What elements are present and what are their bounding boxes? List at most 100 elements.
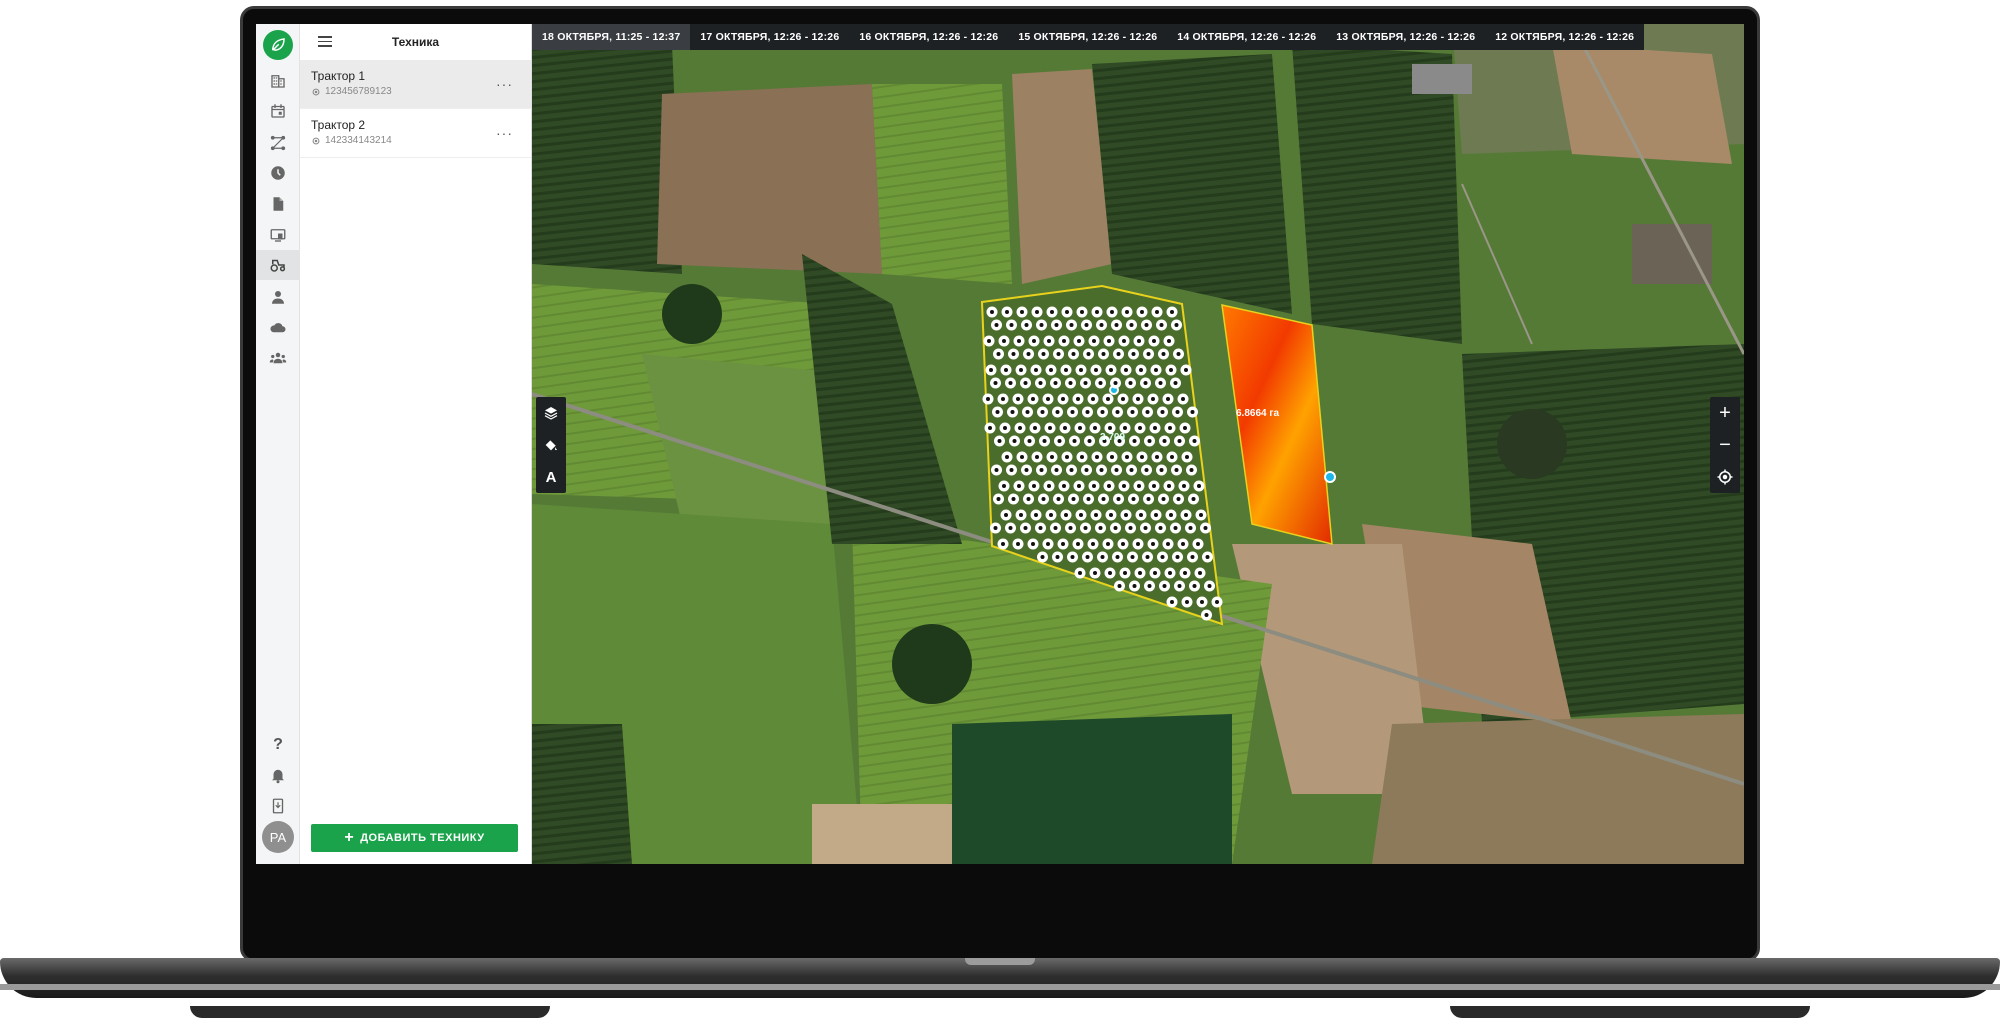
building-icon[interactable] xyxy=(256,66,300,96)
seed-marker-center xyxy=(1124,368,1128,372)
download-icon[interactable] xyxy=(256,791,300,821)
seed-marker-center xyxy=(1084,468,1089,472)
seed-marker-center xyxy=(1182,484,1186,488)
seed-marker-center xyxy=(1138,426,1142,430)
seed-marker-center xyxy=(1196,542,1200,546)
calendar-icon[interactable] xyxy=(256,96,300,126)
zoom-out-button[interactable]: − xyxy=(1710,429,1740,461)
zoom-controls: + − xyxy=(1710,397,1740,493)
icon-rail: ? PA xyxy=(256,24,300,864)
tractor-icon[interactable] xyxy=(256,250,300,280)
add-equipment-button[interactable]: + ДОБАВИТЬ ТЕХНИКУ xyxy=(311,824,518,852)
route-icon[interactable] xyxy=(256,128,300,158)
text-tool-icon[interactable]: A xyxy=(536,461,566,493)
date-tab[interactable]: 15 ОКТЯБРЯ, 12:26 - 12:26 xyxy=(1008,24,1167,50)
help-icon[interactable]: ? xyxy=(256,730,300,760)
seed-marker-center xyxy=(1110,310,1114,314)
document-icon[interactable] xyxy=(256,189,300,219)
seed-marker-center xyxy=(1121,542,1125,546)
seed-marker-center xyxy=(1146,497,1151,501)
list-item[interactable]: Трактор 2 142334143214 ··· xyxy=(300,109,531,158)
seed-marker-center xyxy=(1159,323,1164,327)
seed-marker-center xyxy=(994,323,999,327)
hamburger-menu-icon[interactable] xyxy=(318,36,332,47)
avatar[interactable]: PA xyxy=(262,821,294,853)
bell-icon[interactable] xyxy=(256,760,300,790)
seed-marker-center xyxy=(1113,526,1118,530)
seed-marker-center xyxy=(1070,555,1075,559)
user-icon[interactable] xyxy=(256,282,300,312)
seed-marker-center xyxy=(1101,497,1106,501)
seed-marker-center xyxy=(1031,542,1035,546)
seed-marker-center xyxy=(1077,484,1081,488)
monitor-icon[interactable] xyxy=(256,220,300,250)
seed-marker-center xyxy=(1001,397,1005,401)
seed-marker-center xyxy=(1128,381,1133,385)
seed-marker-center xyxy=(988,426,992,430)
locate-icon[interactable] xyxy=(1710,461,1740,493)
seed-marker-center xyxy=(1056,497,1061,501)
seed-marker-center xyxy=(1054,468,1059,472)
seed-marker-center xyxy=(1162,584,1167,588)
seed-marker-center xyxy=(1032,339,1036,343)
date-tab[interactable]: 17 ОКТЯБРЯ, 12:26 - 12:26 xyxy=(690,24,849,50)
seed-marker-center xyxy=(1065,310,1069,314)
seed-marker-center xyxy=(1154,513,1158,517)
seed-marker-center xyxy=(1026,352,1031,356)
seed-marker-center xyxy=(1020,310,1024,314)
zoom-in-button[interactable]: + xyxy=(1710,397,1740,429)
date-tab[interactable]: 12 ОКТЯБРЯ, 12:26 - 12:26 xyxy=(1485,24,1644,50)
seed-marker-center xyxy=(1143,381,1148,385)
list-item[interactable]: Трактор 1 123456789123 ··· xyxy=(300,60,531,109)
satellite-map[interactable]: 6.8664 га 2.709 18 ОКТЯБРЯ, 11:25 - 12:3… xyxy=(532,24,1744,864)
seed-marker-center xyxy=(1078,426,1082,430)
seed-marker-center xyxy=(1108,571,1112,575)
seed-marker-center xyxy=(1109,513,1113,517)
seed-marker-center xyxy=(1020,455,1024,459)
seed-marker-center xyxy=(1063,426,1067,430)
seed-marker-center xyxy=(1054,323,1059,327)
team-icon[interactable] xyxy=(256,343,300,373)
seed-marker-center xyxy=(1207,584,1212,588)
seed-marker-center xyxy=(1035,455,1039,459)
seed-marker-center xyxy=(1122,484,1126,488)
seed-marker-center xyxy=(1055,410,1060,414)
seed-marker-center xyxy=(1077,339,1081,343)
seed-marker-center xyxy=(1167,484,1171,488)
seed-marker-center xyxy=(1001,542,1005,546)
equipment-panel: Техника Трактор 1 123456789123 ··· Тракт… xyxy=(300,24,532,864)
cloud-icon[interactable] xyxy=(256,312,300,342)
seed-marker-center xyxy=(1170,455,1174,459)
seed-marker-center xyxy=(1094,368,1098,372)
seed-marker-center xyxy=(1153,426,1157,430)
item-id-text: 142334143214 xyxy=(325,135,392,146)
date-tab[interactable]: 18 ОКТЯБРЯ, 11:25 - 12:37 xyxy=(532,24,691,50)
seed-marker-center xyxy=(1115,410,1120,414)
seed-marker-center xyxy=(1057,439,1062,443)
seed-marker-center xyxy=(1152,339,1156,343)
more-icon[interactable]: ··· xyxy=(496,125,513,141)
seed-marker-center xyxy=(1070,410,1075,414)
paint-bucket-icon[interactable] xyxy=(536,429,566,461)
add-equipment-label: ДОБАВИТЬ ТЕХНИКУ xyxy=(360,832,485,844)
seed-marker-center xyxy=(1146,352,1151,356)
more-icon[interactable]: ··· xyxy=(496,76,513,92)
seed-marker-center xyxy=(1100,410,1105,414)
seed-marker-center xyxy=(1085,410,1090,414)
seed-marker-center xyxy=(1155,455,1159,459)
panel-header: Техника xyxy=(300,24,531,60)
date-tab[interactable]: 16 ОКТЯБРЯ, 12:26 - 12:26 xyxy=(849,24,1008,50)
seed-marker-center xyxy=(1176,352,1181,356)
layers-icon[interactable] xyxy=(536,397,566,429)
seed-marker-center xyxy=(1175,410,1180,414)
leaf-icon[interactable] xyxy=(263,30,293,60)
seed-marker-center xyxy=(1151,542,1155,546)
seed-marker-center xyxy=(1125,310,1129,314)
date-tab[interactable]: 14 ОКТЯБРЯ, 12:26 - 12:26 xyxy=(1167,24,1326,50)
seed-marker-center xyxy=(994,468,999,472)
clock-icon[interactable] xyxy=(256,158,300,188)
seed-marker-center xyxy=(1008,526,1013,530)
seed-marker-center xyxy=(1095,455,1099,459)
date-tab[interactable]: 13 ОКТЯБРЯ, 12:26 - 12:26 xyxy=(1326,24,1485,50)
seed-marker-center xyxy=(1151,397,1155,401)
